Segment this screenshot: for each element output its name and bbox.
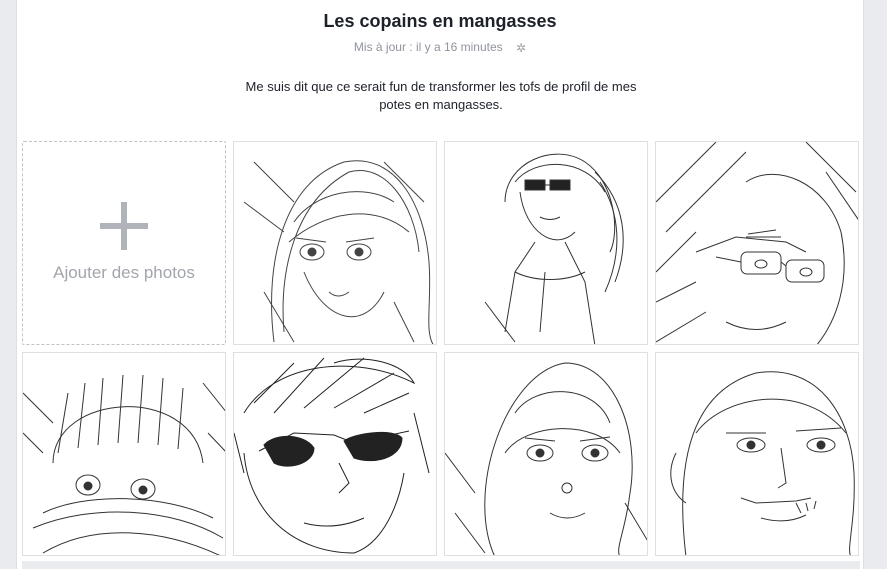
woman-portrait-sketch xyxy=(243,160,434,344)
photo-tile[interactable] xyxy=(444,352,648,556)
woman-nose-ring-sketch xyxy=(445,362,647,555)
plus-icon xyxy=(100,202,148,250)
add-photos-label: Ajouter des photos xyxy=(53,263,195,282)
man-glasses-sketch xyxy=(656,142,858,344)
photo-tile[interactable] xyxy=(233,141,437,345)
bald-man-sketch xyxy=(670,371,855,555)
photo-tile[interactable] xyxy=(655,352,859,556)
man-sunglasses-sketch xyxy=(234,357,430,554)
updated-label: Mis à jour : il y a 16 minutes xyxy=(353,40,503,54)
gear-icon[interactable]: ✲ xyxy=(516,41,526,55)
photo-tile[interactable] xyxy=(233,352,437,556)
woman-sunglasses-sketch xyxy=(484,153,624,344)
add-photos-button[interactable]: Ajouter des photos xyxy=(22,141,226,345)
photo-tile[interactable] xyxy=(22,352,226,556)
bottom-divider xyxy=(22,561,860,569)
person-beanie-scarf-sketch xyxy=(23,374,225,555)
album-description: Me suis dit que ce serait fun de transfo… xyxy=(245,79,637,112)
album-meta: Mis à jour : il y a 16 minutes ✲ xyxy=(17,40,863,55)
photo-tile[interactable] xyxy=(444,141,648,345)
album-page: Les copains en mangasses Mis à jour : il… xyxy=(16,0,864,569)
photo-tile[interactable] xyxy=(655,141,859,345)
album-title: Les copains en mangasses xyxy=(323,11,557,31)
